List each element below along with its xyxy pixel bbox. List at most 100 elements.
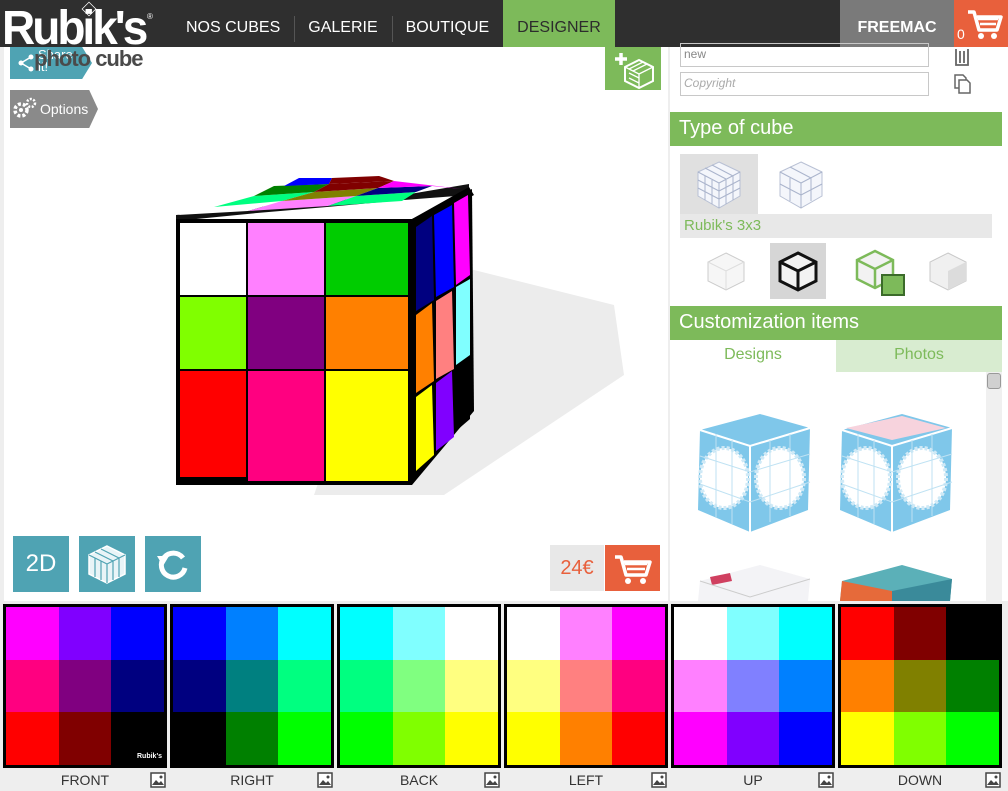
face-sticker[interactable] — [612, 659, 665, 713]
face-sticker[interactable] — [946, 712, 999, 765]
nav-item-galerie[interactable]: GALERIE — [294, 0, 391, 47]
cube-type-3x3[interactable] — [680, 154, 758, 216]
face-sticker[interactable] — [225, 659, 279, 713]
face-sticker[interactable] — [726, 607, 780, 660]
design-thumb-blue-circle-pink[interactable] — [832, 410, 962, 540]
face-sticker[interactable] — [278, 607, 331, 660]
face-sticker[interactable] — [173, 712, 226, 765]
face-sticker[interactable] — [58, 607, 112, 660]
rubiks-logo[interactable]: Rubik's ® photo cube — [0, 0, 160, 80]
face-sticker[interactable] — [779, 712, 832, 765]
face-sticker[interactable] — [392, 659, 446, 713]
face-sticker[interactable] — [507, 659, 560, 713]
face-sticker[interactable] — [674, 712, 727, 765]
face-grid[interactable] — [337, 604, 501, 768]
face-sticker[interactable] — [445, 659, 498, 713]
face-sticker[interactable] — [6, 659, 59, 713]
face-sticker[interactable] — [612, 607, 665, 660]
face-sticker[interactable] — [111, 607, 164, 660]
nav-item-designer[interactable]: DESIGNER — [503, 0, 615, 47]
style-black-edges[interactable] — [770, 243, 826, 299]
view-2d-button[interactable]: 2D — [13, 536, 69, 592]
face-sticker[interactable] — [893, 659, 947, 713]
tab-photos[interactable]: Photos — [836, 340, 1002, 372]
design-thumb-white[interactable] — [690, 561, 820, 601]
face-sticker[interactable] — [893, 607, 947, 660]
face-grid[interactable] — [838, 604, 1002, 768]
face-sticker[interactable] — [392, 712, 446, 765]
options-button[interactable]: Options — [10, 90, 98, 128]
face-sticker[interactable] — [278, 659, 331, 713]
trash-icon[interactable] — [952, 45, 972, 67]
face-grid[interactable] — [671, 604, 835, 768]
face-sticker[interactable] — [6, 607, 59, 660]
cube-3d-render[interactable] — [164, 175, 624, 495]
face-sticker[interactable] — [445, 607, 498, 660]
nav-item-nos-cubes[interactable]: NOS CUBES — [172, 0, 294, 47]
face-sticker[interactable] — [173, 659, 226, 713]
face-sticker[interactable] — [612, 712, 665, 765]
face-sticker[interactable] — [507, 607, 560, 660]
style-green-edges[interactable] — [847, 243, 905, 299]
face-sticker[interactable] — [674, 607, 727, 660]
image-icon[interactable] — [651, 772, 667, 788]
header-cart-button[interactable]: 0 — [954, 0, 1008, 47]
face-sticker[interactable] — [278, 712, 331, 765]
face-sticker[interactable] — [58, 659, 112, 713]
copy-icon[interactable] — [952, 73, 972, 95]
design-thumb-blue-circle[interactable] — [690, 410, 820, 540]
face-sticker[interactable] — [841, 607, 894, 660]
tab-designs[interactable]: Designs — [670, 340, 836, 372]
add-to-cart-button[interactable] — [605, 545, 660, 591]
cube-type-2x2[interactable] — [762, 154, 840, 216]
face-front[interactable]: Rubik's FRONT — [3, 604, 167, 791]
design-thumb-photo[interactable] — [832, 561, 962, 601]
face-up[interactable]: UP — [671, 604, 835, 791]
view-3d-button[interactable] — [79, 536, 135, 592]
face-sticker[interactable] — [225, 607, 279, 660]
face-sticker[interactable] — [559, 607, 613, 660]
face-sticker[interactable] — [726, 712, 780, 765]
face-sticker[interactable] — [946, 607, 999, 660]
face-sticker[interactable] — [779, 607, 832, 660]
copyright-field[interactable]: Copyright — [680, 72, 929, 96]
face-left[interactable]: LEFT — [504, 604, 668, 791]
face-sticker[interactable] — [841, 659, 894, 713]
style-shaded-white[interactable] — [920, 243, 976, 299]
image-icon[interactable] — [317, 772, 333, 788]
face-sticker[interactable] — [340, 712, 393, 765]
face-right[interactable]: RIGHT — [170, 604, 334, 791]
image-icon[interactable] — [985, 772, 1001, 788]
image-icon[interactable] — [484, 772, 500, 788]
add-cube-button[interactable] — [605, 47, 661, 90]
face-sticker[interactable] — [507, 712, 560, 765]
face-sticker[interactable] — [340, 607, 393, 660]
face-sticker[interactable] — [559, 712, 613, 765]
face-sticker[interactable] — [779, 659, 832, 713]
face-grid[interactable] — [3, 604, 167, 768]
user-menu-button[interactable]: FREEMAC — [840, 0, 954, 47]
face-sticker[interactable] — [559, 659, 613, 713]
image-icon[interactable] — [818, 772, 834, 788]
face-sticker[interactable] — [946, 659, 999, 713]
face-sticker[interactable] — [340, 659, 393, 713]
designs-scrollbar[interactable] — [986, 372, 1002, 601]
face-sticker[interactable] — [6, 712, 59, 765]
face-sticker[interactable] — [893, 712, 947, 765]
face-sticker[interactable] — [726, 659, 780, 713]
face-sticker[interactable] — [674, 659, 727, 713]
face-sticker[interactable] — [111, 659, 164, 713]
face-grid[interactable] — [170, 604, 334, 768]
image-icon[interactable] — [150, 772, 166, 788]
face-back[interactable]: BACK — [337, 604, 501, 791]
style-plain-white[interactable] — [698, 243, 754, 299]
face-sticker[interactable] — [58, 712, 112, 765]
cube-name-field[interactable]: new — [680, 43, 929, 67]
face-sticker[interactable] — [225, 712, 279, 765]
cube-viewer[interactable]: Share it! Options 2D 24€ — [4, 47, 668, 601]
face-down[interactable]: DOWN — [838, 604, 1002, 791]
nav-item-boutique[interactable]: BOUTIQUE — [391, 0, 504, 47]
face-sticker[interactable] — [445, 712, 498, 765]
face-sticker[interactable] — [173, 607, 226, 660]
face-sticker[interactable] — [392, 607, 446, 660]
